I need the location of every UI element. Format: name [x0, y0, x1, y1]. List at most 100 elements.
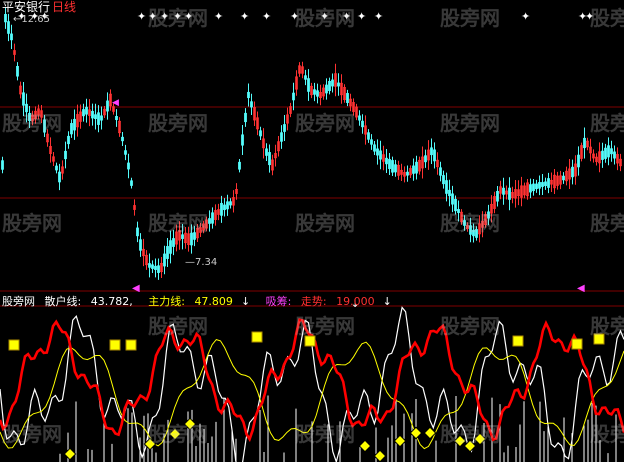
price-chart-panel[interactable]: ✦ ✦ ✦ ✦ ✦ ✦ ✦ ✦ ✦ ✦ ✦ ✦ ✦ ✦ ✦ ✦ ✦ ✦ ✦ ◀ ◀ ◀ 平安银行 日线 ←12.65 —7.… — [0, 0, 624, 292]
high-price-value: 12.65 — [21, 14, 51, 25]
signal-marker-icon: ✦ — [184, 10, 193, 23]
candle — [613, 151, 616, 159]
signal-marker-icon: ✦ — [173, 10, 182, 23]
candle — [562, 175, 565, 181]
candle — [220, 202, 223, 216]
candle — [304, 75, 307, 80]
candle — [247, 91, 250, 99]
candle — [544, 181, 547, 187]
signal-badge-icon — [593, 333, 605, 345]
candle — [607, 145, 610, 158]
candle — [7, 21, 10, 34]
candle — [376, 148, 379, 156]
signal-marker-icon: ✦ — [342, 10, 351, 23]
signal-badge-icon — [512, 335, 524, 347]
candle — [229, 201, 232, 206]
candle — [388, 159, 391, 169]
candle — [346, 93, 349, 103]
zoushi-value: 19.000 — [336, 295, 375, 308]
signal-marker-icon: ✦ — [290, 10, 299, 23]
candle — [268, 152, 271, 166]
candle — [430, 147, 433, 156]
candle — [610, 148, 613, 155]
candle — [4, 14, 7, 23]
left-arrow-icon: ◀ — [132, 283, 140, 292]
candle — [136, 227, 139, 237]
candle — [157, 265, 160, 273]
candle — [385, 157, 388, 165]
candle — [97, 112, 100, 125]
signal-marker-icon: ✦ — [320, 10, 329, 23]
signal-marker-icon: ✦ — [585, 10, 594, 23]
zhuli-readout: 主力线: 47.809 ↓ — [148, 295, 256, 308]
candle — [373, 144, 376, 152]
candle — [445, 180, 448, 194]
candle — [457, 209, 460, 213]
candle — [451, 193, 454, 205]
candle — [331, 79, 334, 87]
candle — [106, 100, 109, 112]
buy-diamond-icon — [168, 427, 182, 441]
candle — [70, 123, 73, 135]
candle — [163, 253, 166, 267]
candle — [601, 150, 604, 160]
candle — [28, 113, 31, 121]
candle — [280, 132, 283, 142]
candle — [121, 136, 124, 142]
buy-diamond-icon — [463, 439, 477, 453]
signal-badge-icon — [8, 339, 20, 351]
signal-badge-icon — [125, 339, 137, 351]
sanhu-value: 43.782, — [90, 295, 133, 308]
candle — [139, 239, 142, 251]
candle — [325, 84, 328, 94]
candle — [475, 229, 478, 238]
signal-marker-icon: ✦ — [137, 10, 146, 23]
candle — [412, 165, 415, 174]
signal-badge-icon — [571, 338, 583, 350]
low-price-label: —7.34 — [185, 257, 218, 268]
candle — [583, 137, 586, 149]
candle — [415, 161, 418, 174]
signal-marker-icon: ✦ — [240, 10, 249, 23]
signal-badge-icon — [251, 331, 263, 343]
candle — [1, 160, 4, 170]
candle — [58, 171, 61, 183]
candle — [358, 115, 361, 121]
period-label: 日线 — [52, 0, 77, 14]
candle — [22, 92, 25, 106]
candlestick-chart[interactable]: ✦ ✦ ✦ ✦ ✦ ✦ ✦ ✦ ✦ ✦ ✦ ✦ ✦ ✦ ✦ ✦ ✦ ✦✦◀ ◀◀ — [0, 0, 624, 292]
signal-badge-icon — [109, 339, 121, 351]
candle — [154, 265, 157, 270]
high-price-label: ←12.65 — [13, 14, 51, 25]
candle — [190, 232, 193, 246]
candle — [181, 234, 184, 239]
candle — [265, 148, 268, 156]
candle — [541, 182, 544, 187]
candle — [391, 160, 394, 173]
indicator-chart[interactable]: ↓ — [0, 294, 624, 462]
stock-name: 平安银行 — [2, 0, 51, 14]
signal-marker-icon: ✦ — [521, 10, 530, 23]
signal-marker-icon: ✦ — [148, 10, 157, 23]
candle — [85, 106, 88, 115]
signal-marker-icon: ✦ — [214, 10, 223, 23]
candle — [394, 164, 397, 173]
candle — [10, 33, 13, 41]
left-arrow-icon: ◀ — [577, 283, 585, 292]
signal-marker-icon: ✦ — [357, 10, 366, 23]
indicator-panel[interactable]: ↓ 股旁网 散户线: 43.782, 主力线: 47.809 ↓ 吸筹: 走势: … — [0, 294, 624, 462]
buy-diamond-icon — [183, 417, 197, 431]
buy-diamond-icon — [63, 447, 77, 461]
candle — [328, 81, 331, 91]
candle — [259, 130, 262, 137]
candle — [148, 263, 151, 268]
candle — [496, 190, 499, 202]
candle — [532, 183, 535, 192]
candle — [535, 183, 538, 190]
candle — [223, 204, 226, 211]
signal-marker-icon: ✦ — [374, 10, 383, 23]
candle — [502, 187, 505, 195]
low-price-value: 7.34 — [195, 257, 218, 268]
candle — [250, 101, 253, 108]
candle — [43, 119, 46, 133]
